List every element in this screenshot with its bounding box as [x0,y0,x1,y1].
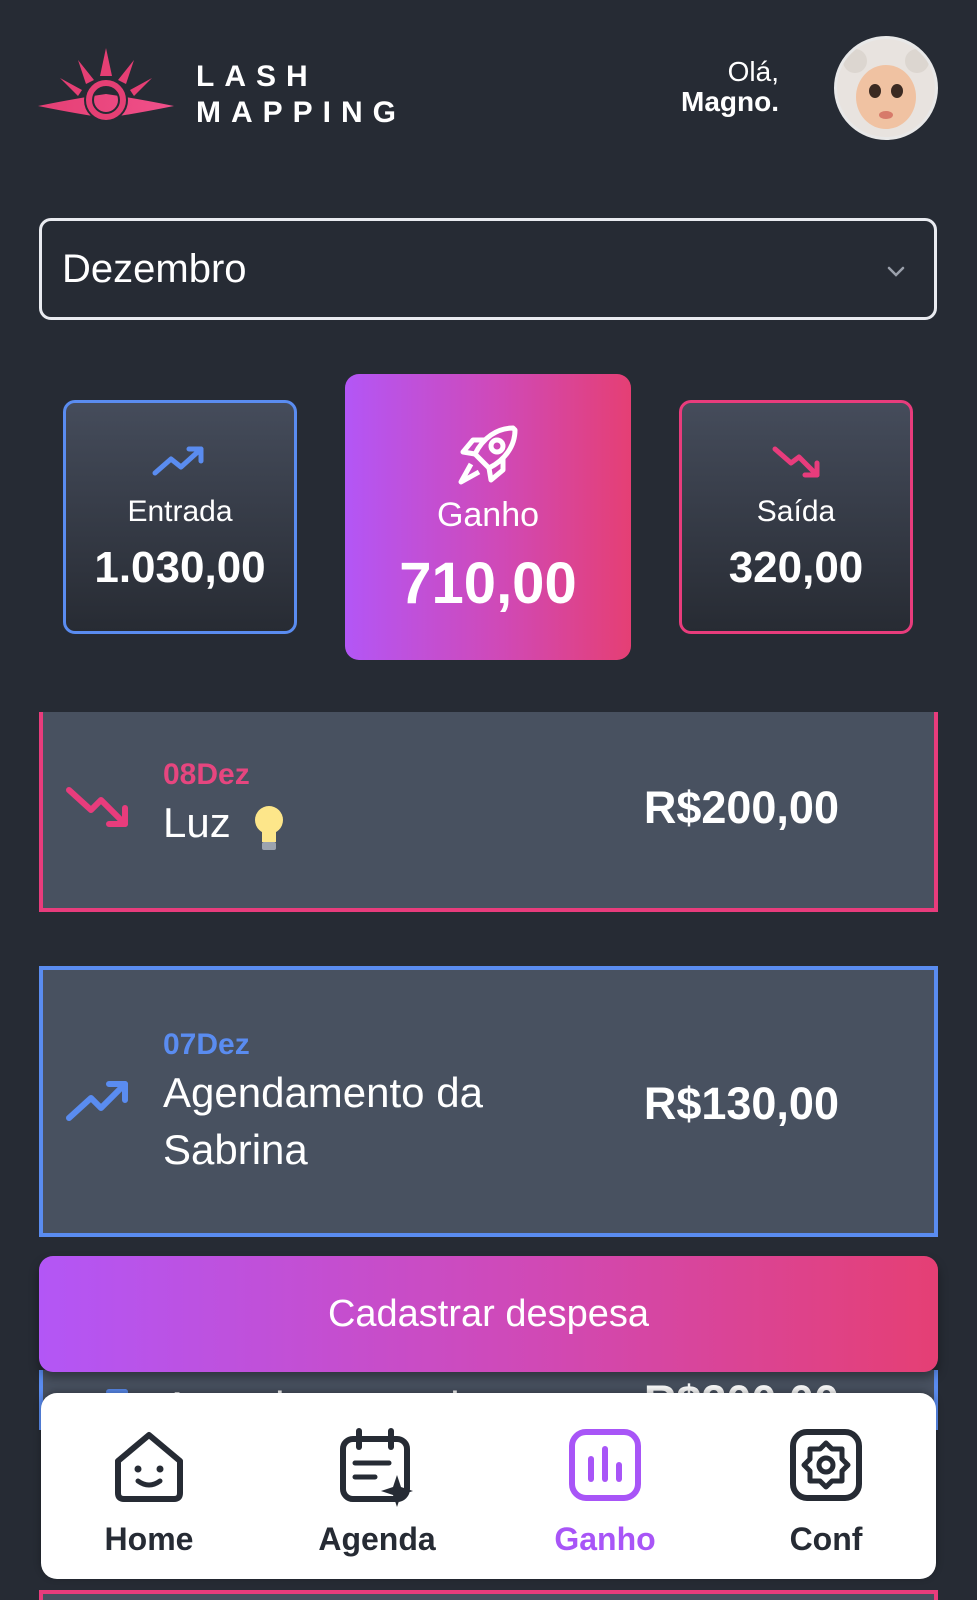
transaction-amount: R$200,00 [643,782,839,833]
brand-name-line1: LASH [196,60,318,93]
bottom-nav: Home Agenda Ganho Conf [41,1393,936,1579]
transaction-name: Agendamento da Sabrina [163,1069,483,1173]
transaction-date: 08Dez [163,758,250,791]
month-select[interactable]: Dezembro [39,218,937,320]
nav-label-ganho: Ganho [554,1521,656,1557]
calendar-icon [340,1428,413,1507]
nav-item-ganho[interactable]: Ganho [515,1393,695,1579]
avatar-face-icon [843,49,929,129]
settings-icon [790,1429,862,1501]
transaction-item-partial [39,1590,938,1600]
home-icon [115,1432,183,1502]
chevron-down-icon [887,266,905,277]
rocket-icon [458,425,518,485]
transaction-item[interactable]: 08Dez Luz R$200,00 [39,712,938,912]
trend-up-icon [66,1081,128,1121]
nav-item-conf[interactable]: Conf [736,1393,916,1579]
trend-down-icon [772,446,820,478]
user-name: Magno. [681,86,779,117]
light-bulb-icon [255,806,283,850]
trend-down-icon [66,787,128,827]
transaction-amount: R$130,00 [643,1078,839,1129]
chart-icon [569,1429,641,1501]
nav-label-home: Home [104,1521,194,1557]
cadastrar-despesa-button[interactable]: Cadastrar despesa [39,1256,938,1372]
ganho-label: Ganho [436,496,540,534]
saida-card[interactable]: Saída 320,00 [679,400,913,634]
avatar[interactable] [834,36,938,140]
month-select-value: Dezembro [62,246,247,291]
transaction-name: Luz [163,799,231,846]
nav-item-home[interactable]: Home [59,1393,239,1579]
nav-label-conf: Conf [789,1521,863,1557]
brand-name-line2: MAPPING [196,96,407,129]
ganho-value: 710,00 [399,551,577,616]
nav-item-agenda[interactable]: Agenda [287,1393,467,1579]
entrada-label: Entrada [127,495,233,528]
trend-up-icon [152,446,204,476]
transaction-date: 07Dez [163,1028,250,1061]
transaction-item[interactable]: 07Dez Agendamento da Sabrina R$130,00 [39,966,938,1237]
saida-label: Saída [756,495,836,528]
ganho-card[interactable]: Ganho 710,00 [345,374,631,660]
saida-value: 320,00 [728,543,864,592]
logo-icon [38,48,174,122]
greeting-text: Olá, [727,56,779,87]
entrada-value: 1.030,00 [94,543,266,592]
entrada-card[interactable]: Entrada 1.030,00 [63,400,297,634]
nav-label-agenda: Agenda [318,1521,436,1557]
